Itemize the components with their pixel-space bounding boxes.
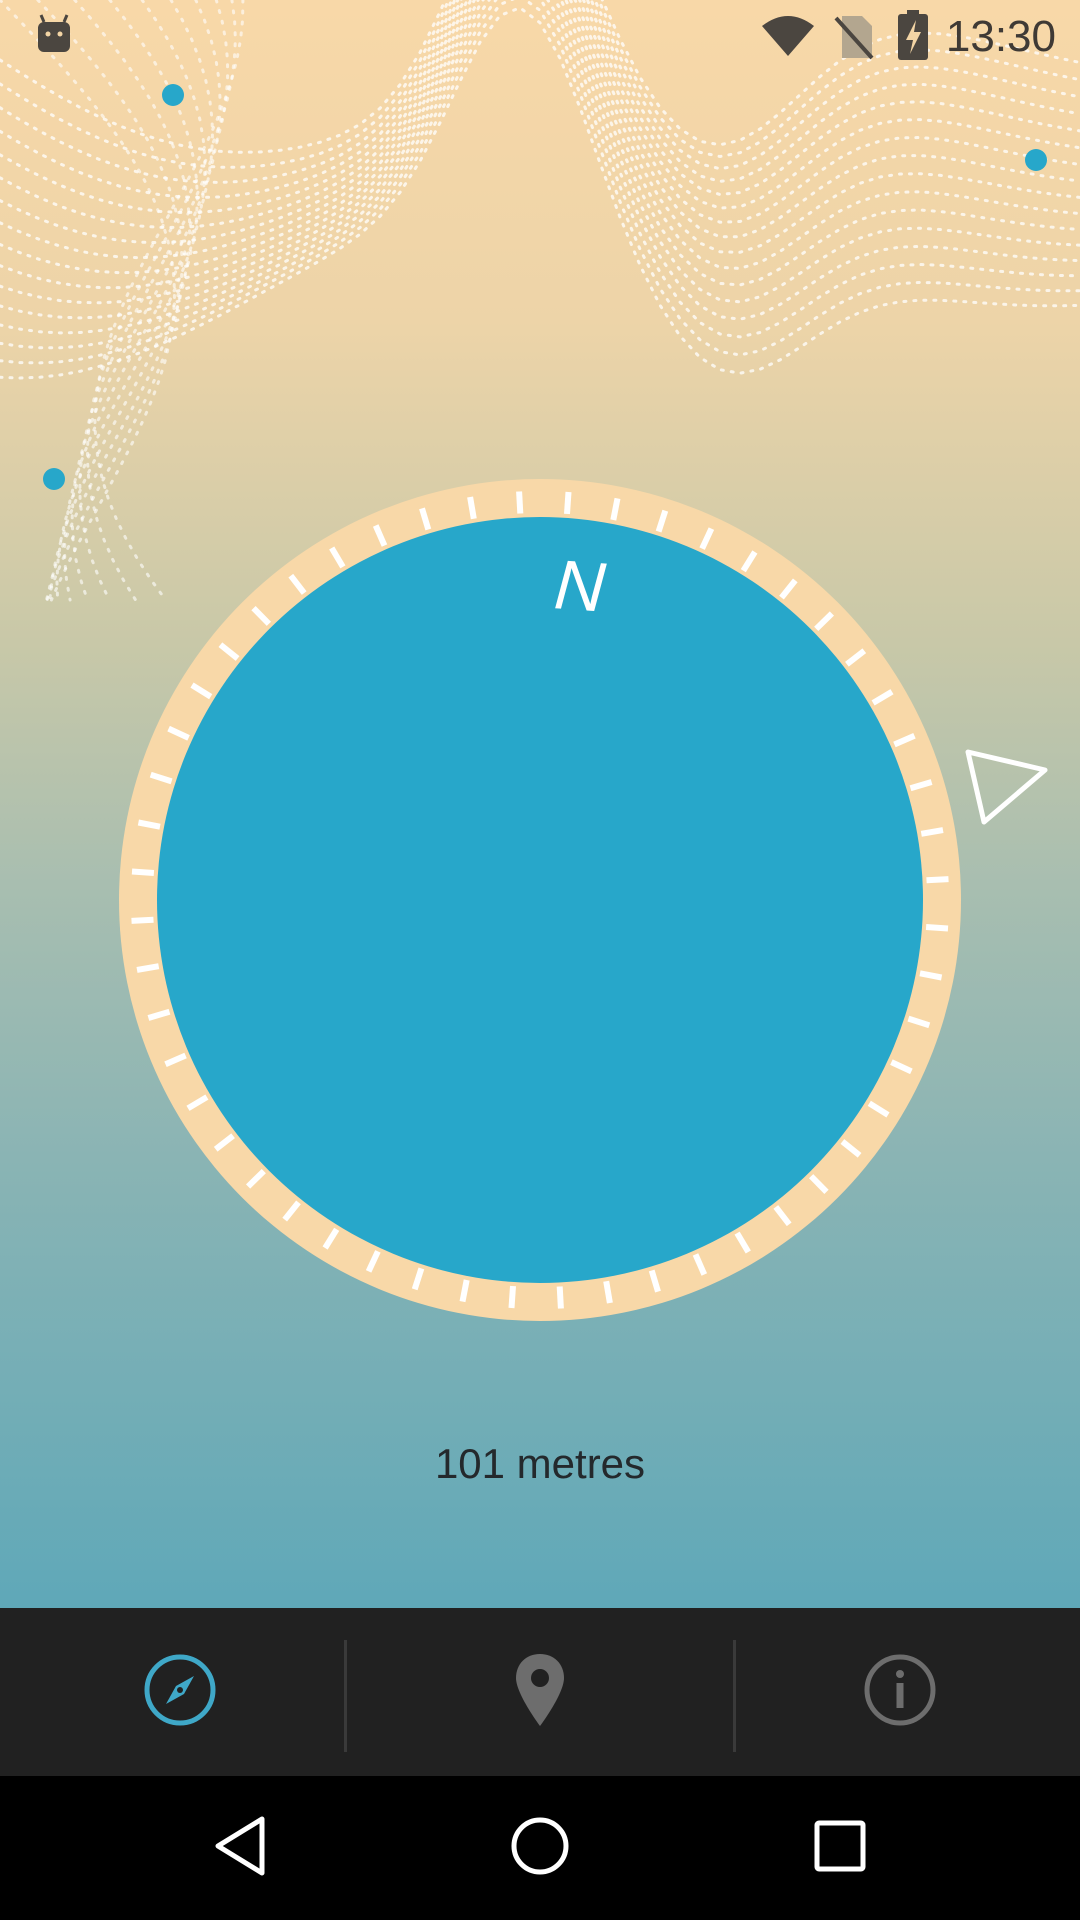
info-icon (862, 1652, 938, 1732)
compass-tick (556, 1286, 564, 1309)
location-pin-icon (514, 1652, 566, 1732)
bottom-navigation (0, 1608, 1080, 1776)
floating-dot (162, 84, 184, 106)
no-sim-icon (834, 14, 874, 64)
compass-icon (142, 1652, 218, 1732)
wifi-icon (760, 14, 816, 62)
compass-tick (926, 876, 949, 884)
battery-charging-icon (896, 10, 930, 66)
recents-button[interactable] (785, 1796, 895, 1900)
nav-divider (733, 1640, 736, 1752)
tab-location[interactable] (405, 1608, 675, 1776)
compass: N (119, 479, 1048, 1321)
compass-tick (925, 924, 949, 932)
compass-tick (131, 868, 155, 876)
compass-tick (459, 1279, 470, 1303)
north-label: N (552, 545, 608, 626)
home-icon (510, 1816, 570, 1880)
back-icon (212, 1815, 268, 1881)
compass-dial (157, 517, 923, 1283)
system-navigation-bar (0, 1776, 1080, 1920)
compass-tick (137, 819, 161, 830)
app-screen: 13:30 N 101 metres (0, 0, 1080, 1608)
distance-label: 101 metres (434, 1440, 646, 1487)
floating-dot (1025, 149, 1047, 171)
back-button[interactable] (185, 1796, 295, 1900)
compass-tick (920, 827, 944, 837)
compass-tick (919, 970, 943, 981)
compass-tick (603, 1280, 613, 1304)
tab-compass[interactable] (45, 1608, 315, 1776)
nav-divider (344, 1640, 347, 1752)
status-time: 13:30 (945, 12, 1056, 61)
compass-tick (467, 496, 477, 520)
direction-triangle-icon (965, 749, 1048, 825)
compass-tick (564, 491, 572, 515)
compass-tick (131, 916, 154, 924)
android-notification-icon (36, 14, 72, 58)
compass-tick (516, 491, 524, 514)
status-bar: 13:30 (0, 0, 1080, 72)
compass-tick (610, 497, 621, 521)
recents-icon (813, 1819, 867, 1877)
tab-info[interactable] (765, 1608, 1035, 1776)
home-button[interactable] (485, 1796, 595, 1900)
compass-tick (136, 963, 160, 973)
compass-tick (508, 1285, 516, 1309)
